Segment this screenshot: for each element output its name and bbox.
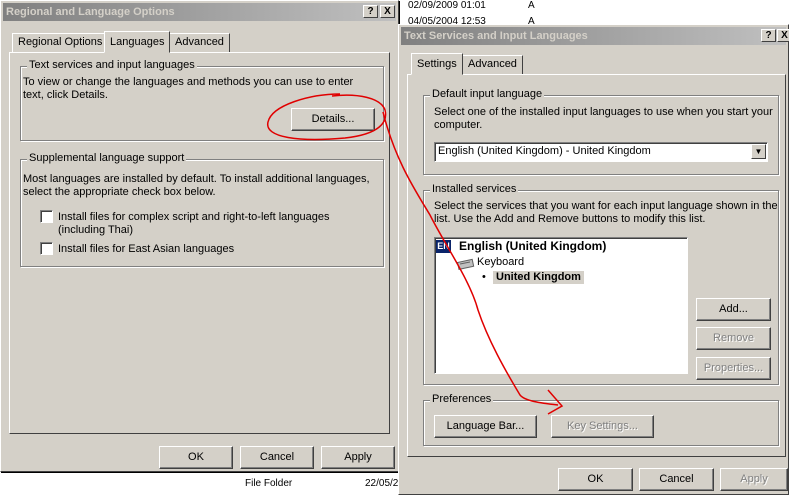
keyboard-icon	[457, 258, 475, 270]
supplemental-group: Supplemental language support Most langu…	[20, 152, 384, 267]
description-text: text, click Details.	[23, 89, 108, 101]
description-text: Select the services that you want for ea…	[434, 200, 778, 212]
button-label: Properties...	[703, 362, 764, 374]
button-label: Details...	[311, 113, 355, 125]
properties-button[interactable]: Properties...	[696, 357, 771, 380]
tab-label: Settings	[417, 58, 457, 70]
add-button[interactable]: Add...	[696, 298, 771, 321]
button-label: OK	[188, 451, 204, 463]
cancel-button[interactable]: Cancel	[240, 446, 314, 469]
background-bottom-row: File Folder 22/05/2	[150, 476, 410, 495]
tree-item-layout[interactable]: United Kingdom	[493, 271, 584, 284]
description-text: select the appropriate check box below.	[23, 186, 216, 198]
ok-button[interactable]: OK	[159, 446, 233, 469]
tree-item-keyboard[interactable]: Keyboard	[477, 256, 524, 269]
installed-services-tree[interactable]: EN English (United Kingdom) Keyboard • U…	[434, 237, 688, 374]
default-input-group: Default input language Select one of the…	[423, 88, 779, 175]
checkbox-label: (including Thai)	[58, 224, 134, 236]
tab-advanced[interactable]: Advanced	[462, 55, 523, 74]
text-services-titlebar: Text Services and Input Languages ? X	[401, 27, 789, 45]
button-label: Language Bar...	[446, 420, 525, 432]
file-attr: A	[528, 0, 535, 11]
settings-panel: Default input language Select one of the…	[407, 74, 786, 457]
regional-titlebar: Regional and Language Options ? X	[3, 3, 396, 21]
tab-regional-options[interactable]: Regional Options	[12, 33, 109, 52]
group-legend: Preferences	[430, 393, 494, 405]
tab-label: Advanced	[175, 36, 224, 48]
apply-button[interactable]: Apply	[720, 468, 788, 491]
help-icon[interactable]: ?	[363, 5, 378, 18]
file-date: 02/09/2009 01:01	[408, 0, 486, 11]
tab-label: Languages	[110, 36, 165, 48]
tree-item-language[interactable]: English (United Kingdom)	[459, 240, 606, 253]
tab-settings[interactable]: Settings	[411, 53, 463, 75]
button-label: Apply	[344, 451, 372, 463]
languages-panel: Text services and input languages To vie…	[9, 52, 390, 434]
regional-language-window: Regional and Language Options ? X Region…	[0, 0, 399, 472]
checkbox-label[interactable]: Install files for complex script and rig…	[58, 211, 329, 224]
window-title: Text Services and Input Languages	[404, 30, 588, 42]
tab-label: Regional Options	[18, 36, 103, 48]
cancel-button[interactable]: Cancel	[639, 468, 714, 491]
installed-services-group: Installed services Select the services t…	[423, 183, 779, 385]
key-settings-button[interactable]: Key Settings...	[551, 415, 654, 438]
description-text: Select one of the installed input langua…	[434, 106, 773, 118]
file-row: 02/09/2009 01:01 A	[408, 0, 535, 11]
tab-label: Advanced	[468, 58, 517, 70]
button-label: Cancel	[259, 451, 295, 463]
description-text: list. Use the Add and Remove buttons to …	[434, 213, 706, 225]
preferences-group: Preferences Language Bar... Key Settings…	[423, 393, 779, 446]
text-services-window: Text Services and Input Languages ? X Se…	[398, 24, 789, 495]
button-label: Key Settings...	[567, 420, 638, 432]
complex-script-checkbox[interactable]	[40, 210, 53, 223]
checkbox-label[interactable]: Install files for East Asian languages	[58, 243, 234, 256]
button-label: Add...	[719, 303, 748, 315]
select-value: English (United Kingdom) - United Kingdo…	[438, 145, 651, 157]
button-label: Cancel	[659, 473, 694, 485]
bullet-icon: •	[482, 271, 486, 283]
ok-button[interactable]: OK	[558, 468, 633, 491]
help-icon[interactable]: ?	[761, 29, 776, 42]
close-icon[interactable]: X	[380, 5, 395, 18]
language-bar-button[interactable]: Language Bar...	[434, 415, 537, 438]
east-asian-checkbox[interactable]	[40, 242, 53, 255]
description-text: To view or change the languages and meth…	[23, 76, 354, 88]
default-language-select[interactable]: English (United Kingdom) - United Kingdo…	[434, 142, 768, 162]
chevron-down-icon[interactable]: ▼	[751, 144, 766, 159]
file-date: 22/05/2	[365, 478, 399, 489]
group-legend: Text services and input languages	[27, 59, 197, 71]
group-legend: Default input language	[430, 88, 545, 100]
tab-languages[interactable]: Languages	[104, 31, 171, 53]
group-legend: Supplemental language support	[27, 152, 187, 164]
details-button[interactable]: Details...	[291, 108, 375, 131]
file-type: File Folder	[245, 478, 293, 489]
window-title: Regional and Language Options	[6, 6, 175, 18]
description-text: computer.	[434, 119, 483, 131]
close-icon[interactable]: X	[777, 29, 789, 42]
button-label: Apply	[740, 473, 768, 485]
description-text: Most languages are installed by default.…	[23, 173, 370, 185]
tab-advanced[interactable]: Advanced	[169, 33, 230, 52]
button-label: OK	[587, 473, 604, 485]
remove-button[interactable]: Remove	[696, 327, 771, 350]
button-label: Remove	[713, 332, 754, 344]
group-legend: Installed services	[430, 183, 519, 195]
apply-button[interactable]: Apply	[321, 446, 395, 469]
language-badge-icon: EN	[436, 240, 451, 253]
text-services-group: Text services and input languages To vie…	[20, 59, 384, 141]
